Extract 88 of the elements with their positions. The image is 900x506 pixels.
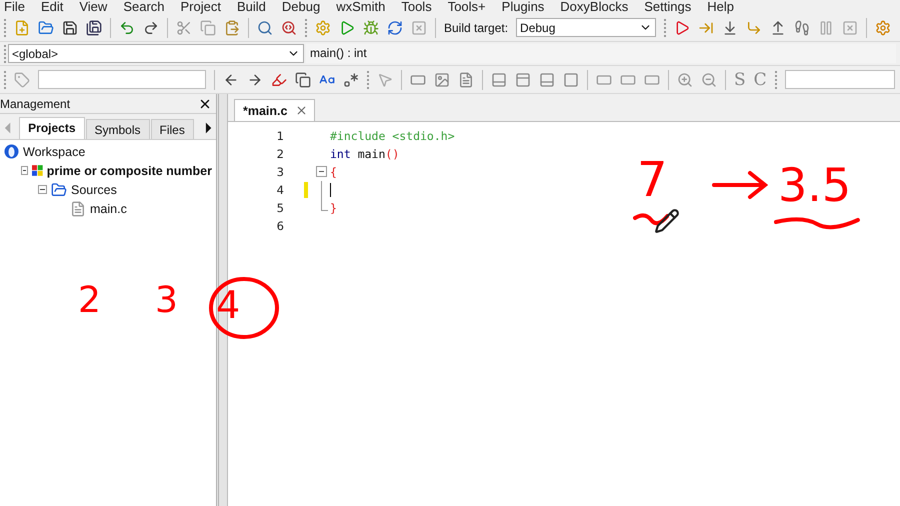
panel-top-icon[interactable] (515, 72, 531, 88)
menu-item[interactable]: Project (176, 0, 228, 14)
menu-item[interactable]: Tools (397, 0, 439, 14)
menu-item[interactable]: Debug (278, 0, 328, 14)
scope-dropdown[interactable]: <global> (8, 44, 304, 63)
search-icon[interactable] (257, 20, 273, 36)
menu-item[interactable]: wxSmith (332, 0, 392, 14)
code-line: int main() (330, 147, 400, 161)
panel-tab[interactable]: Projects (19, 117, 84, 139)
code-line: { (330, 165, 337, 179)
step-icon[interactable] (794, 20, 810, 36)
tree-item[interactable]: prime or composite number (46, 164, 212, 178)
project-icon (32, 163, 43, 178)
line-number: 3 (276, 165, 284, 179)
panel-tab[interactable]: Files (150, 119, 194, 139)
menu-item[interactable]: Plugins (498, 0, 552, 14)
paste-icon[interactable] (224, 20, 240, 36)
scroll-left-icon[interactable] (4, 122, 12, 134)
panel-title: Management (0, 96, 70, 110)
handwritten-number: 4 (216, 286, 240, 324)
back-icon[interactable] (223, 72, 239, 88)
menu-item[interactable]: File (0, 0, 32, 14)
editor-tab[interactable]: *main.c (234, 99, 316, 121)
handwritten-number: 2 (78, 283, 101, 319)
pencil-cursor-icon (654, 208, 680, 234)
line-number: 5 (276, 201, 284, 215)
panel-bottom-icon[interactable] (539, 72, 555, 88)
function-dropdown[interactable]: main() : int (306, 44, 896, 63)
run-icon[interactable] (339, 20, 355, 36)
fold-icon[interactable] (316, 166, 326, 177)
tree-item[interactable]: Sources (71, 182, 117, 196)
scroll-right-icon[interactable] (204, 122, 212, 134)
code-line: #include <stdio.h> (330, 129, 455, 143)
debug-run-icon[interactable] (674, 20, 690, 36)
tree-item[interactable]: main.c (90, 202, 127, 216)
menu-item[interactable]: DoxyBlocks (556, 0, 636, 14)
line-number: 1 (276, 129, 284, 143)
undo-icon[interactable] (119, 20, 135, 36)
expander-icon[interactable] (38, 185, 47, 194)
redo-icon[interactable] (143, 20, 159, 36)
search-field[interactable] (38, 70, 206, 89)
image-icon[interactable] (434, 72, 450, 88)
pause-icon[interactable] (818, 20, 834, 36)
gear-icon[interactable] (315, 20, 331, 36)
save-all-icon[interactable] (86, 20, 102, 36)
line-number: 4 (276, 183, 284, 197)
menu-item[interactable]: Search (119, 0, 172, 14)
copy-icon[interactable] (200, 20, 216, 36)
expander-icon[interactable] (21, 166, 28, 175)
build-target-label: Build target: (444, 20, 508, 34)
open-folder-icon[interactable] (38, 20, 54, 36)
menu-item[interactable]: Settings (640, 0, 698, 14)
line-number: 2 (276, 147, 284, 161)
file-icon (70, 200, 86, 216)
highlighter-icon[interactable] (271, 72, 287, 88)
handwritten-number: 7 (637, 156, 668, 204)
square-icon[interactable] (563, 72, 579, 88)
build-target-dropdown[interactable]: Debug (516, 18, 656, 37)
tree-item[interactable]: Workspace (23, 144, 86, 158)
zoom-out-icon[interactable] (701, 72, 717, 88)
save-icon[interactable] (62, 20, 78, 36)
menu-item[interactable]: Help (703, 0, 741, 14)
new-file-icon[interactable] (14, 20, 30, 36)
handwritten-number: 3.5 (778, 162, 852, 208)
handwritten-number: 3 (155, 283, 178, 319)
menu-item[interactable]: Build (232, 0, 273, 14)
code-line: } (330, 201, 337, 215)
tag-icon[interactable] (14, 72, 30, 88)
stop-icon[interactable] (842, 20, 858, 36)
menu-item[interactable]: Edit (36, 0, 70, 14)
menu-item[interactable]: Tools+ (444, 0, 493, 14)
zoom-in-icon[interactable] (677, 72, 693, 88)
document-icon[interactable] (458, 72, 474, 88)
gear-icon[interactable] (875, 20, 892, 36)
line-number: 6 (276, 219, 284, 233)
regex-icon[interactable] (343, 72, 359, 88)
rebuild-icon[interactable] (387, 20, 403, 36)
forward-icon[interactable] (247, 72, 263, 88)
pointer-icon[interactable] (377, 72, 393, 88)
folder-icon (51, 182, 67, 198)
panel-bottom-icon[interactable] (491, 72, 507, 88)
bug-icon[interactable] (363, 20, 379, 36)
cut-icon[interactable] (176, 20, 192, 36)
arrow-drawing (712, 170, 768, 200)
panel-tab[interactable]: Symbols (86, 119, 150, 139)
abort-icon[interactable] (411, 20, 427, 36)
menu-item[interactable]: View (75, 0, 114, 14)
toolbar-field[interactable] (784, 70, 895, 89)
